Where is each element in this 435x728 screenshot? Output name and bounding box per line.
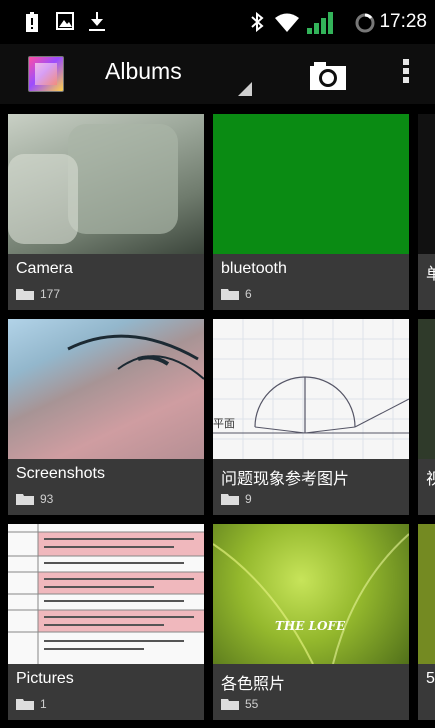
- gallery-app-icon[interactable]: [28, 56, 64, 92]
- album-tile-bluetooth[interactable]: bluetooth 6: [213, 114, 409, 310]
- album-tile-pictures[interactable]: Pictures 1: [8, 524, 204, 720]
- album-tile-partial[interactable]: 5: [418, 524, 435, 720]
- signal-icon: [307, 12, 333, 34]
- folder-icon: [16, 494, 34, 505]
- album-name: Camera: [16, 260, 73, 277]
- album-thumbnail: [418, 319, 435, 459]
- image-icon: [56, 12, 74, 30]
- overflow-dot: [403, 59, 409, 65]
- status-bar: 17:28: [0, 0, 435, 44]
- album-thumbnail: [418, 524, 435, 664]
- album-caption: 5: [418, 664, 435, 720]
- album-name: Pictures: [16, 670, 74, 687]
- status-clock: 17:28: [379, 11, 427, 32]
- album-tile-problem-images[interactable]: 平面 问题现象参考图片 9: [213, 319, 409, 515]
- album-count: 55: [245, 697, 259, 711]
- album-thumbnail: [213, 114, 409, 254]
- album-caption: 视: [418, 459, 435, 515]
- album-tile-color-photos[interactable]: THE LOFE 各色照片 55: [213, 524, 409, 720]
- overflow-menu-button[interactable]: [396, 56, 416, 92]
- album-thumbnail: [8, 524, 204, 664]
- album-caption: 单: [418, 254, 435, 310]
- camera-icon: [310, 62, 346, 90]
- folder-icon: [221, 699, 239, 710]
- album-thumbnail: THE LOFE: [213, 524, 409, 665]
- folder-icon: [221, 494, 239, 505]
- album-caption: Camera 177: [8, 254, 204, 310]
- album-name: 5: [426, 670, 435, 687]
- album-thumbnail: [8, 114, 204, 254]
- album-tile-screenshots[interactable]: Screenshots 93: [8, 319, 204, 515]
- download-icon: [89, 12, 105, 31]
- album-name: Screenshots: [16, 465, 105, 482]
- album-name: 各色照片: [221, 676, 286, 693]
- album-tile-camera[interactable]: Camera 177: [8, 114, 204, 310]
- photo-overlay-text: THE LOFE: [275, 619, 346, 633]
- folder-icon: [16, 699, 34, 710]
- album-name: 视: [426, 471, 435, 488]
- overflow-dot: [403, 68, 409, 74]
- album-caption: 问题现象参考图片 9: [213, 459, 409, 515]
- album-name: 单: [426, 266, 435, 283]
- camera-button[interactable]: [306, 56, 350, 92]
- album-thumbnail: [8, 319, 204, 459]
- album-thumbnail: [418, 114, 435, 254]
- notification-icon: [26, 12, 38, 32]
- album-name: 问题现象参考图片: [221, 471, 350, 488]
- battery-ring-icon: [355, 13, 375, 33]
- action-bar: Albums: [0, 44, 435, 104]
- folder-icon: [221, 289, 239, 300]
- album-name: bluetooth: [221, 260, 287, 277]
- album-caption: Pictures 1: [8, 664, 204, 720]
- album-thumbnail: 平面: [213, 319, 409, 459]
- album-caption: bluetooth 6: [213, 254, 409, 310]
- overflow-dot: [403, 77, 409, 83]
- album-caption: Screenshots 93: [8, 459, 204, 515]
- diagram-label: 平面: [213, 417, 235, 430]
- folder-icon: [16, 289, 34, 300]
- album-grid[interactable]: Camera 177 bluetooth 6 单 Screenshots 93 …: [0, 104, 435, 728]
- album-caption: 各色照片 55: [213, 664, 409, 720]
- album-count: 6: [245, 287, 252, 301]
- album-count: 177: [40, 287, 61, 301]
- album-count: 9: [245, 492, 252, 506]
- album-tile-partial[interactable]: 视: [418, 319, 435, 515]
- spinner-caret-icon[interactable]: [238, 82, 252, 96]
- album-count: 1: [40, 697, 47, 711]
- album-tile-partial[interactable]: 单: [418, 114, 435, 310]
- album-count: 93: [40, 492, 54, 506]
- wifi-icon: [275, 13, 299, 32]
- page-title[interactable]: Albums: [105, 58, 182, 85]
- bluetooth-icon: [251, 12, 264, 32]
